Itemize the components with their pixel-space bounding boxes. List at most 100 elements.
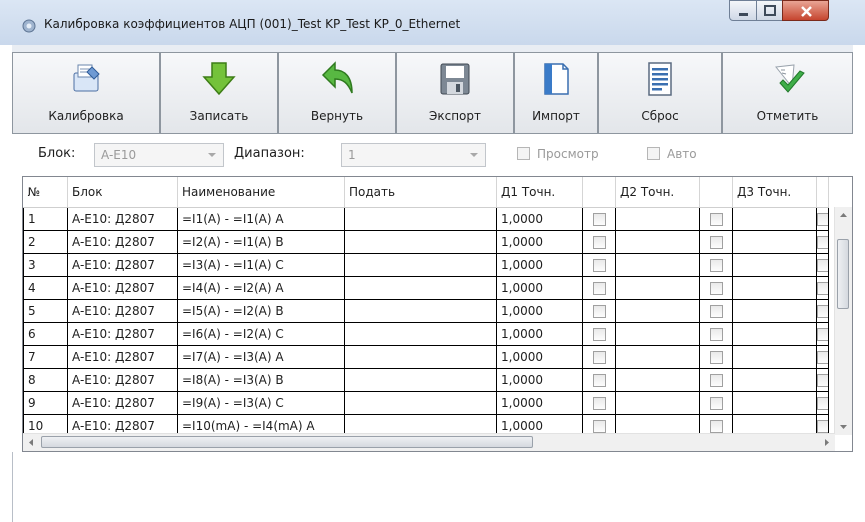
row-d3-cell[interactable] xyxy=(732,368,817,392)
row-d1-cell[interactable]: 1,0000 xyxy=(496,276,583,300)
column-header-number[interactable]: № xyxy=(23,177,68,208)
row-d2-cell[interactable] xyxy=(615,322,700,346)
row-d3-checkbox[interactable] xyxy=(817,305,828,318)
row-d3-checkbox[interactable] xyxy=(817,282,828,295)
row-d3-checkbox[interactable] xyxy=(817,420,828,433)
calibrate-button[interactable]: Калибровка xyxy=(12,52,160,134)
row-number-cell[interactable]: 5 xyxy=(23,299,68,323)
row-d1-cell[interactable]: 1,0000 xyxy=(496,207,583,231)
row-d1-cell[interactable]: 1,0000 xyxy=(496,299,583,323)
row-d2-cell[interactable] xyxy=(615,207,700,231)
row-d3-cell[interactable] xyxy=(732,230,817,254)
row-number-cell[interactable]: 3 xyxy=(23,253,68,277)
table-row[interactable]: 5 A-E10: Д2807 =I5(A) - =I2(A) B 1,0000 xyxy=(23,299,829,323)
row-d1-checkbox[interactable] xyxy=(592,236,606,249)
row-name-cell[interactable]: =I4(A) - =I2(A) A xyxy=(177,276,345,300)
row-d1-cell[interactable]: 1,0000 xyxy=(496,391,583,415)
row-d3-checkbox[interactable] xyxy=(817,328,828,341)
row-give-cell[interactable] xyxy=(344,207,497,231)
minimize-button[interactable] xyxy=(729,0,757,21)
row-number-cell[interactable]: 4 xyxy=(23,276,68,300)
row-d1-checkbox[interactable] xyxy=(592,328,606,341)
table-row[interactable]: 9 A-E10: Д2807 =I9(A) - =I3(A) C 1,0000 xyxy=(23,391,829,415)
row-d2-checkbox[interactable] xyxy=(709,351,723,364)
column-header-d2-check[interactable] xyxy=(699,177,733,208)
row-name-cell[interactable]: =I7(A) - =I3(A) A xyxy=(177,345,345,369)
maximize-button[interactable] xyxy=(756,0,783,21)
write-button[interactable]: Записать xyxy=(160,52,278,134)
row-number-cell[interactable]: 6 xyxy=(23,322,68,346)
close-button[interactable] xyxy=(782,0,829,21)
row-d1-checkbox[interactable] xyxy=(592,420,606,433)
row-d1-checkbox[interactable] xyxy=(592,213,606,226)
row-name-cell[interactable]: =I1(A) - =I1(A) A xyxy=(177,207,345,231)
row-block-cell[interactable]: A-E10: Д2807 xyxy=(67,345,178,369)
table-row[interactable]: 4 A-E10: Д2807 =I4(A) - =I2(A) A 1,0000 xyxy=(23,276,829,300)
row-name-cell[interactable]: =I5(A) - =I2(A) B xyxy=(177,299,345,323)
row-give-cell[interactable] xyxy=(344,322,497,346)
row-d2-cell[interactable] xyxy=(615,345,700,369)
row-d2-checkbox[interactable] xyxy=(709,420,723,433)
scroll-right-icon[interactable] xyxy=(818,434,835,451)
row-d3-checkbox[interactable] xyxy=(817,374,828,387)
row-name-cell[interactable]: =I8(A) - =I3(A) B xyxy=(177,368,345,392)
row-number-cell[interactable]: 9 xyxy=(23,391,68,415)
row-give-cell[interactable] xyxy=(344,299,497,323)
row-d3-checkbox[interactable] xyxy=(817,236,828,249)
row-block-cell[interactable]: A-E10: Д2807 xyxy=(67,391,178,415)
table-row[interactable]: 2 A-E10: Д2807 =I2(A) - =I1(A) B 1,0000 xyxy=(23,230,829,254)
row-block-cell[interactable]: A-E10: Д2807 xyxy=(67,299,178,323)
row-block-cell[interactable]: A-E10: Д2807 xyxy=(67,253,178,277)
row-give-cell[interactable] xyxy=(344,276,497,300)
column-header-block[interactable]: Блок xyxy=(67,177,178,208)
row-d2-checkbox[interactable] xyxy=(709,213,723,226)
block-combobox[interactable]: A-E10 xyxy=(94,143,224,167)
row-d2-checkbox[interactable] xyxy=(709,236,723,249)
row-d3-cell[interactable] xyxy=(732,299,817,323)
row-block-cell[interactable]: A-E10: Д2807 xyxy=(67,368,178,392)
vertical-scrollbar[interactable] xyxy=(834,207,852,435)
row-d1-checkbox[interactable] xyxy=(592,282,606,295)
vertical-scroll-thumb[interactable] xyxy=(837,239,849,309)
table-row[interactable]: 8 A-E10: Д2807 =I8(A) - =I3(A) B 1,0000 xyxy=(23,368,829,392)
row-d3-cell[interactable] xyxy=(732,391,817,415)
preview-checkbox[interactable] xyxy=(517,147,530,160)
range-combobox[interactable]: 1 xyxy=(341,143,486,167)
row-d2-checkbox[interactable] xyxy=(709,259,723,272)
row-d3-cell[interactable] xyxy=(732,253,817,277)
revert-button[interactable]: Вернуть xyxy=(278,52,396,134)
row-d1-cell[interactable]: 1,0000 xyxy=(496,345,583,369)
table-row[interactable]: 7 A-E10: Д2807 =I7(A) - =I3(A) A 1,0000 xyxy=(23,345,829,369)
row-d2-cell[interactable] xyxy=(615,368,700,392)
row-d3-checkbox[interactable] xyxy=(817,259,828,272)
export-button[interactable]: Экспорт xyxy=(396,52,514,134)
row-d3-checkbox[interactable] xyxy=(817,351,828,364)
row-give-cell[interactable] xyxy=(344,368,497,392)
horizontal-scroll-thumb[interactable] xyxy=(41,436,533,448)
row-d2-cell[interactable] xyxy=(615,253,700,277)
row-d3-checkbox[interactable] xyxy=(817,397,828,410)
row-name-cell[interactable]: =I6(A) - =I2(A) C xyxy=(177,322,345,346)
mark-button[interactable]: Отметить xyxy=(722,52,853,134)
row-d2-checkbox[interactable] xyxy=(709,282,723,295)
row-give-cell[interactable] xyxy=(344,230,497,254)
row-d1-cell[interactable]: 1,0000 xyxy=(496,230,583,254)
row-block-cell[interactable]: A-E10: Д2807 xyxy=(67,276,178,300)
scroll-down-icon[interactable] xyxy=(835,418,852,435)
row-name-cell[interactable]: =I2(A) - =I1(A) B xyxy=(177,230,345,254)
reset-button[interactable]: Сброс xyxy=(598,52,722,134)
row-d1-checkbox[interactable] xyxy=(592,259,606,272)
import-button[interactable]: Импорт xyxy=(514,52,598,134)
row-d1-cell[interactable]: 1,0000 xyxy=(496,368,583,392)
column-header-name[interactable]: Наименование xyxy=(177,177,345,208)
scroll-left-icon[interactable] xyxy=(23,434,40,451)
table-row[interactable]: 6 A-E10: Д2807 =I6(A) - =I2(A) C 1,0000 xyxy=(23,322,829,346)
column-header-give[interactable]: Подать xyxy=(344,177,497,208)
row-d3-cell[interactable] xyxy=(732,276,817,300)
row-d3-cell[interactable] xyxy=(732,345,817,369)
row-number-cell[interactable]: 8 xyxy=(23,368,68,392)
row-d3-cell[interactable] xyxy=(732,207,817,231)
scroll-up-icon[interactable] xyxy=(835,207,852,224)
row-number-cell[interactable]: 2 xyxy=(23,230,68,254)
row-d2-cell[interactable] xyxy=(615,391,700,415)
